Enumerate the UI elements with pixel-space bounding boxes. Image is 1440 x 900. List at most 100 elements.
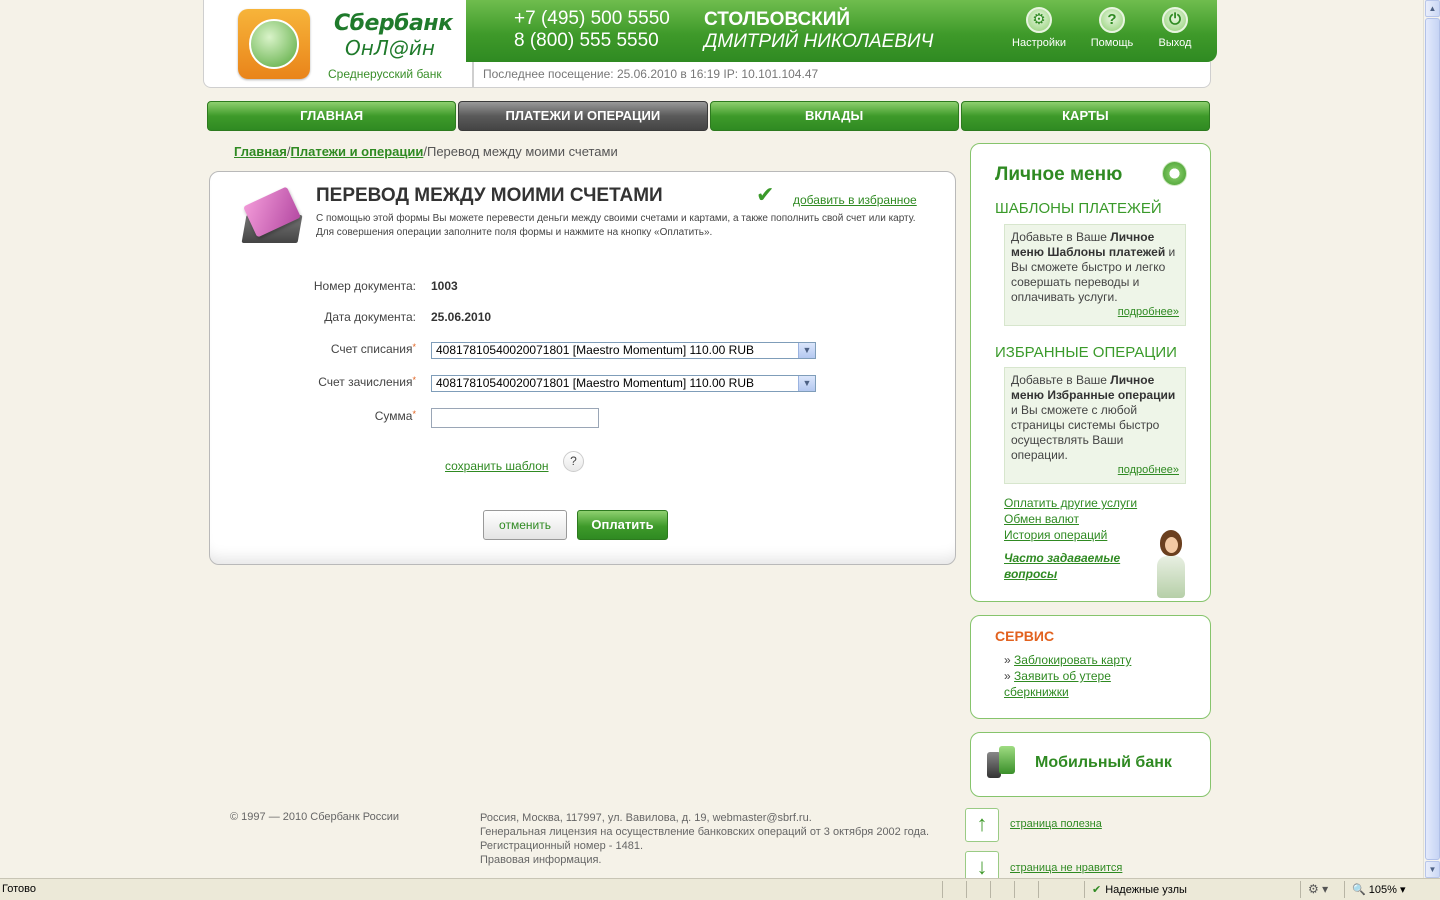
pay-button[interactable]: Оплатить <box>577 510 668 540</box>
nav-tab-home[interactable]: ГЛАВНАЯ <box>207 101 457 131</box>
from-account-value: 40817810540020071801 [Maestro Momentum] … <box>436 343 754 357</box>
bullet: » <box>1004 669 1011 683</box>
required-mark: * <box>412 342 416 352</box>
required-mark: * <box>412 409 416 419</box>
chevron-down-icon[interactable]: ▼ <box>798 343 815 358</box>
help-question-icon[interactable]: ? <box>563 451 584 472</box>
thumbs-down-arrow-icon[interactable]: ↓ <box>965 851 999 879</box>
favorites-note-text: Добавьте в Ваше <box>1011 373 1111 387</box>
exit-label: Выход <box>1158 37 1192 49</box>
question-icon: ? <box>1099 7 1125 33</box>
user-first-name: ДМИТРИЙ НИКОЛАЕВИЧ <box>704 31 934 52</box>
favorites-note: Добавьте в Ваше Личное меню Избранные оп… <box>1004 367 1186 484</box>
templates-more-link[interactable]: подробнее» <box>1011 305 1179 320</box>
settings-label: Настройки <box>1012 37 1066 49</box>
to-account-label: Счет зачисления* <box>318 375 416 389</box>
checkmark-icon: ✔ <box>756 182 775 207</box>
zoom-value: 105% <box>1368 884 1397 896</box>
favorites-section-title: ИЗБРАННЫЕ ОПЕРАЦИИ <box>995 344 1177 361</box>
user-name: СТОЛБОВСКИЙ ДМИТРИЙ НИКОЛАЕВИЧ <box>704 9 933 53</box>
help-button[interactable]: ? Помощь <box>1077 7 1147 49</box>
footer-address-line: Россия, Москва, 117997, ул. Вавилова, д.… <box>480 812 812 824</box>
templates-note-text: Добавьте в Ваше <box>1011 230 1111 244</box>
power-icon: ⏻ <box>1162 7 1188 33</box>
card-transfer-icon <box>241 185 303 245</box>
copyright: © 1997 — 2010 Сбербанк России <box>230 811 399 823</box>
status-divider <box>990 881 991 898</box>
status-divider <box>966 881 967 898</box>
doc-date-label: Дата документа: <box>324 310 416 324</box>
block-card-link[interactable]: Заблокировать карту <box>1014 653 1131 667</box>
footer-license-line: Генеральная лицензия на осуществление ба… <box>480 826 930 838</box>
cancel-button[interactable]: отменить <box>483 510 567 540</box>
to-account-value: 40817810540020071801 [Maestro Momentum] … <box>436 376 754 390</box>
block-card-item: » Заблокировать карту <box>1004 652 1131 668</box>
help-label: Помощь <box>1090 37 1134 49</box>
main-nav: ГЛАВНАЯ ПЛАТЕЖИ И ОПЕРАЦИИ ВКЛАДЫ КАРТЫ <box>207 101 1210 131</box>
status-divider <box>1014 881 1015 898</box>
mobile-phone-icon <box>987 746 1017 778</box>
footer-legal-link[interactable]: Правовая информация. <box>480 853 929 867</box>
breadcrumb-payments-link[interactable]: Платежи и операции <box>291 144 424 159</box>
to-account-select[interactable]: 40817810540020071801 [Maestro Momentum] … <box>431 375 816 392</box>
status-divider <box>1084 881 1085 898</box>
nav-tab-cards[interactable]: КАРТЫ <box>960 101 1210 131</box>
to-account-label-text: Счет зачисления <box>318 375 413 389</box>
faq-link[interactable]: Часто задаваемые вопросы <box>1004 550 1144 582</box>
templates-note: Добавьте в Ваше Личное меню Шаблоны плат… <box>1004 224 1186 326</box>
logo-text: Сбербанк <box>334 11 453 36</box>
phone-numbers: +7 (495) 500 5550 8 (800) 555 5550 <box>514 8 670 52</box>
status-divider <box>1038 881 1039 898</box>
save-template-link[interactable]: сохранить шаблон <box>445 459 549 473</box>
footer-address: Россия, Москва, 117997, ул. Вавилова, д.… <box>480 811 929 867</box>
sberbank-logo-icon[interactable] <box>238 9 310 79</box>
vertical-scrollbar[interactable]: ▲ ▼ <box>1423 0 1440 878</box>
report-loss-link[interactable]: Заявить об утере сберкнижки <box>1004 669 1111 699</box>
from-account-label: Счет списания* <box>331 342 416 356</box>
scroll-thumb[interactable] <box>1425 18 1440 860</box>
from-account-label-text: Счет списания <box>330 342 413 356</box>
last-visit-info: Последнее посещение: 25.06.2010 в 16:19 … <box>483 67 819 81</box>
doc-number-value: 1003 <box>431 279 458 293</box>
status-divider <box>1300 881 1301 898</box>
breadcrumb: Главная/Платежи и операции/Перевод между… <box>234 144 618 159</box>
favorites-more-link[interactable]: подробнее» <box>1011 463 1179 478</box>
footer-reg-line: Регистрационный номер - 1481. <box>480 840 644 852</box>
trusted-zone[interactable]: ✔ Надежные узлы <box>1092 883 1187 896</box>
chevron-down-icon[interactable]: ▼ <box>798 376 815 391</box>
nav-tab-deposits[interactable]: ВКЛАДЫ <box>709 101 959 131</box>
currency-exchange-link[interactable]: Обмен валют <box>1004 512 1079 526</box>
scroll-down-icon[interactable]: ▼ <box>1425 861 1440 878</box>
assistant-avatar <box>1152 530 1192 600</box>
bank-region: Среднерусский банк <box>328 67 442 81</box>
pay-other-services-link[interactable]: Оплатить другие услуги <box>1004 496 1137 510</box>
breadcrumb-home-link[interactable]: Главная <box>234 144 287 159</box>
phone-2: 8 (800) 555 5550 <box>514 30 659 51</box>
scroll-up-icon[interactable]: ▲ <box>1425 0 1440 17</box>
page-useful-link[interactable]: страница полезна <box>1010 818 1102 830</box>
gear-icon[interactable] <box>1162 161 1187 186</box>
page-dislike-link[interactable]: страница не нравится <box>1010 862 1122 874</box>
user-last-name: СТОЛБОВСКИЙ <box>704 9 851 30</box>
bullet: » <box>1004 653 1011 667</box>
mobile-bank-title[interactable]: Мобильный банк <box>1035 754 1172 772</box>
status-divider <box>1344 881 1345 898</box>
protected-mode-icon[interactable]: ⚙ ▾ <box>1308 882 1328 896</box>
phone-1: +7 (495) 500 5550 <box>514 8 670 29</box>
status-divider <box>942 881 943 898</box>
status-ready: Готово <box>2 883 36 895</box>
personal-menu-title: Личное меню <box>995 164 1123 185</box>
zoom-level[interactable]: 🔍 105% ▾ <box>1352 883 1405 896</box>
from-account-select[interactable]: 40817810540020071801 [Maestro Momentum] … <box>431 342 816 359</box>
add-to-favorites-link[interactable]: добавить в избранное <box>793 193 917 207</box>
thumbs-up-arrow-icon[interactable]: ↑ <box>965 808 999 842</box>
operations-history-link[interactable]: История операций <box>1004 528 1107 542</box>
report-loss-item: » Заявить об утере сберкнижки <box>1004 668 1164 700</box>
page-title: ПЕРЕВОД МЕЖДУ МОИМИ СЧЕТАМИ <box>316 185 663 206</box>
amount-label-text: Сумма <box>374 409 413 423</box>
amount-label: Сумма* <box>375 409 416 423</box>
nav-tab-payments[interactable]: ПЛАТЕЖИ И ОПЕРАЦИИ <box>458 101 708 131</box>
settings-button[interactable]: ⚙ Настройки <box>1004 7 1074 49</box>
amount-input[interactable] <box>431 408 599 428</box>
exit-button[interactable]: ⏻ Выход <box>1140 7 1210 49</box>
